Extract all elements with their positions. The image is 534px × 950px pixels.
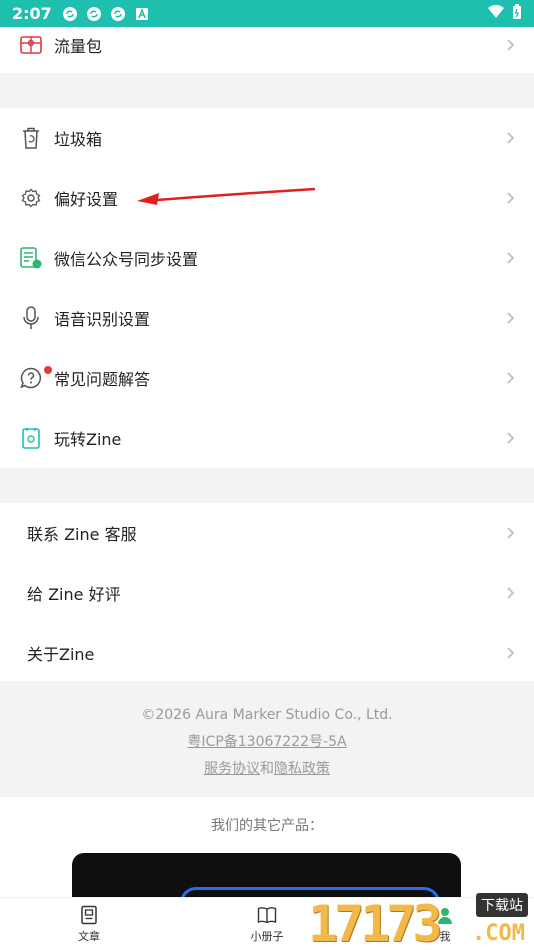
notification-dot xyxy=(44,366,52,374)
menu-item-label: 偏好设置 xyxy=(54,190,119,209)
menu-item-about[interactable]: 关于Zine xyxy=(0,623,534,683)
menu-item-rate-zine[interactable]: 给 Zine 好评 xyxy=(0,563,534,623)
chevron-right-icon xyxy=(507,192,515,204)
chevron-right-icon xyxy=(507,132,515,144)
chevron-right-icon xyxy=(507,587,515,599)
chevron-right-icon xyxy=(507,647,515,659)
watermark-number: 17173 xyxy=(308,895,443,950)
section-divider xyxy=(0,73,534,108)
sync-icon xyxy=(62,6,78,22)
a-icon xyxy=(134,6,150,22)
question-icon xyxy=(20,367,42,389)
menu-item-label: 关于Zine xyxy=(27,645,95,664)
status-time: 2:07 xyxy=(12,4,52,23)
wechat-doc-icon xyxy=(20,247,42,269)
menu-item-wechat-sync[interactable]: 微信公众号同步设置 xyxy=(0,228,534,288)
menu-item-label: 流量包 xyxy=(54,37,103,56)
chevron-right-icon xyxy=(507,39,515,51)
menu-item-faq[interactable]: 常见问题解答 xyxy=(0,348,534,408)
terms-link[interactable]: 服务协议 xyxy=(204,761,260,777)
other-products-title: 我们的其它产品： xyxy=(211,818,323,834)
menu-section-contact: 联系 Zine 客服 给 Zine 好评 关于Zine xyxy=(0,503,534,681)
chevron-right-icon xyxy=(507,527,515,539)
booklet-icon xyxy=(257,906,277,923)
tab-articles[interactable]: 文章 xyxy=(0,898,178,950)
status-bar: 2:07 xyxy=(0,0,534,27)
tab-label: 文章 xyxy=(78,929,100,943)
watermark-logo: 17173 下载站 .COM xyxy=(308,893,534,950)
battery-icon xyxy=(512,3,522,24)
watermark-domain: .COM xyxy=(472,921,525,946)
privacy-link[interactable]: 隐私政策 xyxy=(274,761,330,777)
copyright-text: ©2026 Aura Marker Studio Co., Ltd. xyxy=(141,707,393,723)
chevron-right-icon xyxy=(507,372,515,384)
menu-item-label: 微信公众号同步设置 xyxy=(54,250,199,269)
article-icon xyxy=(81,905,97,924)
icp-link[interactable]: 粤ICP备13067222号-5A xyxy=(187,734,346,750)
and-text: 和 xyxy=(260,761,274,777)
menu-item-data-package[interactable]: 流量包 xyxy=(0,27,534,63)
gear-icon xyxy=(20,187,42,209)
menu-item-contact-support[interactable]: 联系 Zine 客服 xyxy=(0,503,534,563)
sync-icon xyxy=(110,6,126,22)
menu-item-zine-guide[interactable]: 玩转Zine xyxy=(0,408,534,468)
trash-icon xyxy=(20,127,42,149)
menu-item-label: 垃圾箱 xyxy=(54,130,103,149)
microphone-icon xyxy=(20,306,42,329)
chevron-right-icon xyxy=(507,432,515,444)
menu-item-label: 给 Zine 好评 xyxy=(27,585,121,604)
menu-item-label: 常见问题解答 xyxy=(54,370,151,389)
menu-item-label: 联系 Zine 客服 xyxy=(27,525,137,544)
menu-section-main: 垃圾箱 偏好设置 微信公众号同步设置 语音识别设置 常见问题解答 玩转Zine xyxy=(0,108,534,468)
book-icon xyxy=(20,427,42,449)
menu-section-top: 流量包 xyxy=(0,27,534,73)
watermark-tag: 下载站 xyxy=(476,893,528,917)
sync-icon xyxy=(86,6,102,22)
menu-item-preferences[interactable]: 偏好设置 xyxy=(0,168,534,228)
footer: ©2026 Aura Marker Studio Co., Ltd. 粤ICP备… xyxy=(0,681,534,797)
data-package-icon xyxy=(20,34,42,56)
menu-item-trash[interactable]: 垃圾箱 xyxy=(0,108,534,168)
section-divider xyxy=(0,468,534,503)
chevron-right-icon xyxy=(507,252,515,264)
menu-item-label: 语音识别设置 xyxy=(54,310,151,329)
menu-item-label: 玩转Zine xyxy=(54,430,122,449)
chevron-right-icon xyxy=(507,312,515,324)
menu-item-voice-recognition[interactable]: 语音识别设置 xyxy=(0,288,534,348)
wifi-icon xyxy=(488,4,504,23)
tab-label: 小册子 xyxy=(250,929,284,943)
